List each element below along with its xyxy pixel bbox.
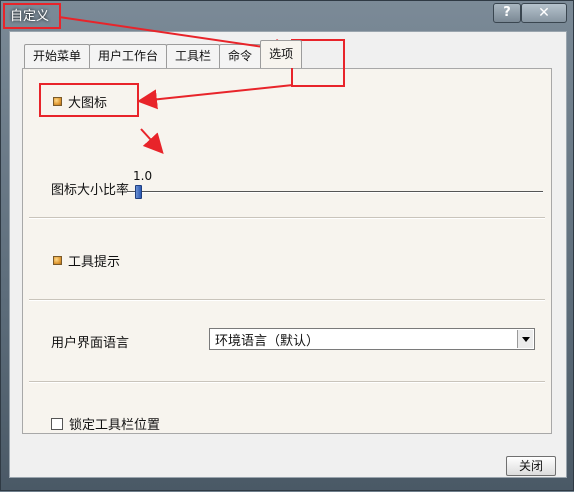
close-button[interactable]: 关闭 xyxy=(506,456,556,476)
ui-language-label: 用户界面语言 xyxy=(51,336,130,351)
large-icons-label: 大图标 xyxy=(68,96,108,111)
tab-options[interactable]: 选项 xyxy=(260,40,303,68)
tab-start-menu[interactable]: 开始菜单 xyxy=(24,44,91,68)
lock-toolbar-checkbox[interactable] xyxy=(51,417,63,430)
led-indicator-icon xyxy=(53,97,62,106)
dialog-client-area: 开始菜单 用户工作台 工具栏 命令 选项 大图标 图标大小比率 1.0 工具提示 xyxy=(9,31,567,478)
section-divider xyxy=(29,381,545,383)
ui-language-select[interactable]: 环境语言（默认） xyxy=(209,328,535,350)
tooltips-label: 工具提示 xyxy=(68,255,121,270)
large-icons-toggle[interactable]: 大图标 xyxy=(53,92,107,111)
chevron-down-icon[interactable] xyxy=(517,330,533,348)
lock-toolbar-checkbox-row[interactable]: 锁定工具栏位置 xyxy=(51,414,160,433)
options-panel: 大图标 图标大小比率 1.0 工具提示 用户界面语言 环境语言（默认） 锁定工具… xyxy=(22,68,552,434)
customize-dialog: 自定义 ? ✕ 开始菜单 用户工作台 工具栏 命令 选项 大图标 图标大小比率 … xyxy=(0,0,574,491)
icon-ratio-slider-track[interactable] xyxy=(127,191,543,193)
lock-toolbar-label: 锁定工具栏位置 xyxy=(69,418,161,433)
tab-toolbars[interactable]: 工具栏 xyxy=(166,44,221,68)
window-close-button[interactable]: ✕ xyxy=(521,3,567,23)
tab-user-workbench[interactable]: 用户工作台 xyxy=(89,44,168,68)
icon-ratio-value: 1.0 xyxy=(133,169,153,183)
section-divider xyxy=(29,299,545,301)
led-indicator-icon xyxy=(53,256,62,265)
section-divider xyxy=(29,217,545,219)
tab-commands[interactable]: 命令 xyxy=(219,44,262,68)
tab-bar: 开始菜单 用户工作台 工具栏 命令 选项 xyxy=(24,40,303,68)
icon-ratio-label: 图标大小比率 xyxy=(51,183,130,198)
icon-ratio-slider-thumb[interactable] xyxy=(135,185,142,199)
ui-language-selected-value: 环境语言（默认） xyxy=(215,333,320,349)
window-title: 自定义 xyxy=(10,9,50,24)
help-button[interactable]: ? xyxy=(493,3,521,23)
tooltips-toggle[interactable]: 工具提示 xyxy=(53,251,120,270)
